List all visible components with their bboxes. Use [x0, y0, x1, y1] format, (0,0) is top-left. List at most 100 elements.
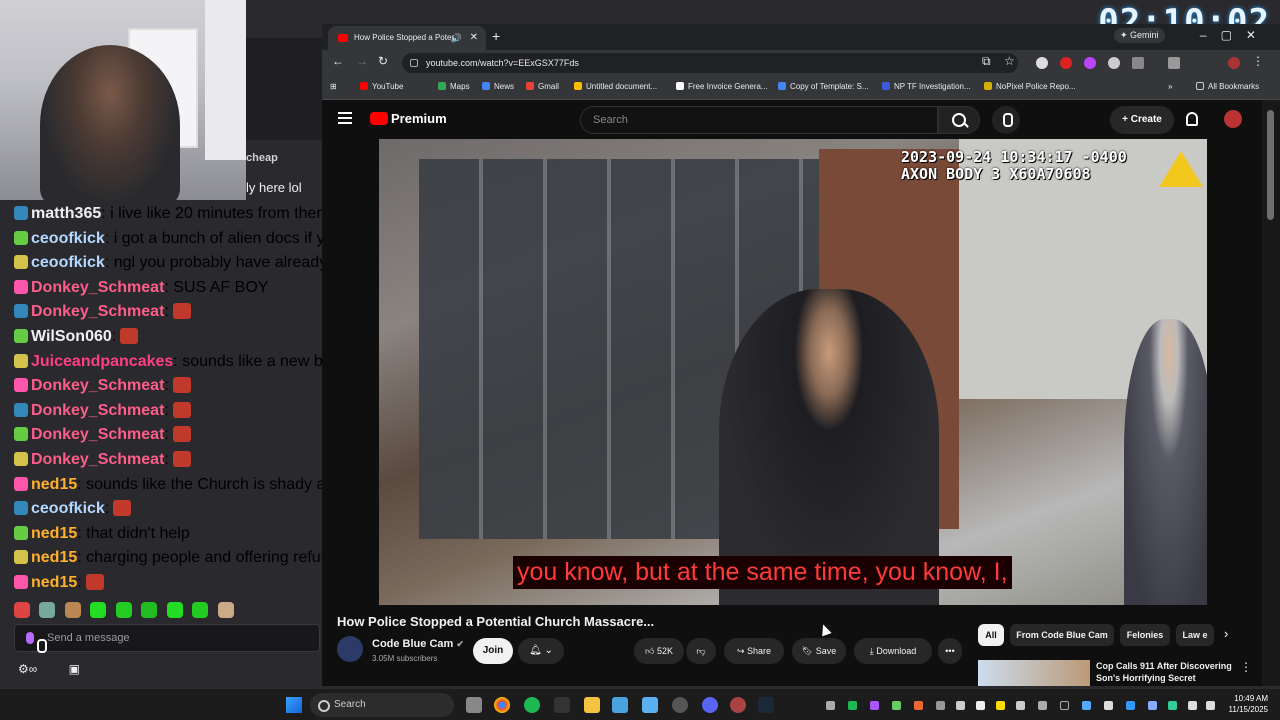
chat-username[interactable]: Juiceandpancakes	[31, 353, 173, 370]
tray-icon[interactable]	[1104, 701, 1113, 710]
chat-badge-icon[interactable]	[14, 255, 28, 270]
all-bookmarks[interactable]: All Bookmarks	[1196, 82, 1259, 91]
tray-icon[interactable]	[996, 701, 1005, 710]
notifications-icon[interactable]	[1186, 112, 1198, 126]
extension-icon[interactable]	[1132, 57, 1144, 69]
channel-avatar[interactable]	[337, 636, 363, 662]
recommended-thumbnail[interactable]	[978, 660, 1090, 686]
save-button[interactable]: 🔖︎ Save	[792, 638, 846, 664]
chat-username[interactable]: ned15	[31, 525, 77, 542]
tray-icon[interactable]	[1060, 701, 1069, 710]
tab-close-icon[interactable]: ✕	[470, 26, 478, 50]
obs-icon[interactable]	[672, 697, 688, 713]
subscription-bell-button[interactable]: 🔔︎ ⌄	[518, 638, 564, 664]
menu-icon[interactable]	[338, 112, 352, 124]
profile-icon[interactable]	[1228, 57, 1240, 69]
chat-username[interactable]: Donkey_Schmeat	[31, 402, 164, 419]
share-button[interactable]: ↪ Share	[724, 638, 784, 664]
chat-emote-icon[interactable]	[120, 328, 139, 344]
photos-icon[interactable]	[612, 697, 628, 713]
site-info-icon[interactable]	[410, 59, 418, 67]
search-icon[interactable]	[938, 106, 980, 134]
emote-icon[interactable]	[64, 602, 81, 618]
steam-icon[interactable]	[758, 697, 774, 713]
emote-icon[interactable]	[141, 602, 158, 618]
emote-icon[interactable]	[192, 602, 209, 618]
bookmark-item[interactable]: Untitled document...	[574, 82, 657, 91]
channel-name[interactable]: Code Blue Cam ✔	[372, 638, 464, 650]
explorer-icon[interactable]	[584, 697, 600, 713]
emote-icon[interactable]	[166, 602, 183, 618]
excel-icon[interactable]	[554, 697, 570, 713]
chat-badge-icon[interactable]	[14, 476, 28, 491]
bookmark-star-icon[interactable]: ☆	[1004, 54, 1015, 68]
tray-icon[interactable]	[1082, 701, 1091, 710]
create-button[interactable]: + Create	[1110, 106, 1174, 134]
network-icon[interactable]	[1168, 701, 1177, 710]
chat-mic-icon[interactable]	[26, 632, 47, 653]
tray-icon[interactable]	[870, 701, 879, 710]
back-icon[interactable]: ←	[332, 54, 344, 68]
discord-icon[interactable]	[702, 697, 718, 713]
chat-username[interactable]: Donkey_Schmeat	[31, 377, 164, 394]
chat-username[interactable]: WilSon060	[31, 328, 112, 345]
tray-icon[interactable]	[1038, 701, 1047, 710]
tray-icon[interactable]	[892, 701, 901, 710]
install-icon[interactable]: ⧉	[982, 54, 991, 69]
tray-icon[interactable]	[936, 701, 945, 710]
bookmark-item[interactable]: News	[482, 82, 514, 91]
app-icon[interactable]	[730, 697, 746, 713]
extension-icon[interactable]	[1060, 57, 1072, 69]
gift-icon[interactable]: ▣	[69, 662, 80, 676]
chat-emote-icon[interactable]	[113, 500, 132, 517]
reload-icon[interactable]: ↻	[378, 54, 388, 68]
chat-settings-icon[interactable]: ⚙∞	[18, 662, 37, 676]
wifi-icon[interactable]	[1206, 701, 1215, 710]
bluetooth-icon[interactable]	[1126, 701, 1135, 710]
chat-badge-icon[interactable]	[14, 575, 28, 589]
chat-username[interactable]: Donkey_Schmeat	[31, 426, 164, 443]
chat-badge-icon[interactable]	[14, 427, 28, 442]
page-scrollbar[interactable]	[1262, 100, 1280, 686]
windows-start-icon[interactable]	[286, 697, 302, 713]
join-button[interactable]: Join	[473, 638, 513, 664]
chat-badge-icon[interactable]	[14, 550, 28, 565]
chat-username[interactable]: Donkey_Schmeat	[31, 279, 164, 296]
chat-username[interactable]: ceoofkick	[31, 254, 105, 271]
tray-icon[interactable]	[848, 701, 857, 710]
scrollbar-thumb[interactable]	[1267, 110, 1274, 220]
chat-emote-icon[interactable]	[172, 451, 191, 467]
steam-tray-icon[interactable]	[1148, 701, 1157, 710]
account-avatar[interactable]	[1224, 110, 1242, 128]
bookmark-item[interactable]: NoPixel Police Repo...	[984, 82, 1076, 91]
extension-icon[interactable]	[1108, 57, 1120, 69]
chat-input[interactable]: Send a message	[14, 624, 320, 653]
chat-emote-icon[interactable]	[172, 401, 191, 418]
chat-username[interactable]: Donkey_Schmeat	[31, 451, 164, 468]
taskbar-clock[interactable]: 10:49 AM 11/15/2025	[1222, 693, 1268, 715]
emote-icon[interactable]	[115, 602, 132, 618]
emote-icon[interactable]	[14, 602, 30, 618]
menu-icon[interactable]: ⋮	[1252, 54, 1264, 68]
chat-emote-icon[interactable]	[172, 426, 191, 443]
volume-icon[interactable]	[1188, 701, 1197, 710]
gemini-button[interactable]: ✦ Gemini	[1114, 28, 1165, 43]
more-actions-button[interactable]: •••	[938, 638, 962, 664]
window-controls[interactable]: –▢✕	[1200, 28, 1270, 42]
tray-icon[interactable]	[956, 701, 965, 710]
chat-username[interactable]: ned15	[31, 476, 77, 493]
chip-from-channel[interactable]: From Code Blue Cam	[1010, 624, 1114, 646]
chat-username[interactable]: ned15	[31, 549, 77, 566]
chip-all[interactable]: All	[978, 624, 1004, 646]
chat-username[interactable]: matth365	[31, 205, 101, 222]
dislike-button[interactable]: 👎︎	[686, 638, 716, 664]
chat-badge-icon[interactable]	[14, 206, 28, 220]
video-player[interactable]: 2023-09-24 10:34:17 -0400 AXON BODY 3 X6…	[379, 139, 1207, 605]
bookmark-item[interactable]: Gmail	[526, 82, 559, 91]
emote-icon[interactable]	[39, 602, 56, 618]
chat-badge-icon[interactable]	[14, 353, 28, 368]
chat-emote-icon[interactable]	[172, 377, 191, 394]
chat-badge-icon[interactable]	[14, 402, 28, 417]
tray-icon[interactable]	[976, 701, 985, 710]
tray-icon[interactable]	[826, 701, 835, 710]
